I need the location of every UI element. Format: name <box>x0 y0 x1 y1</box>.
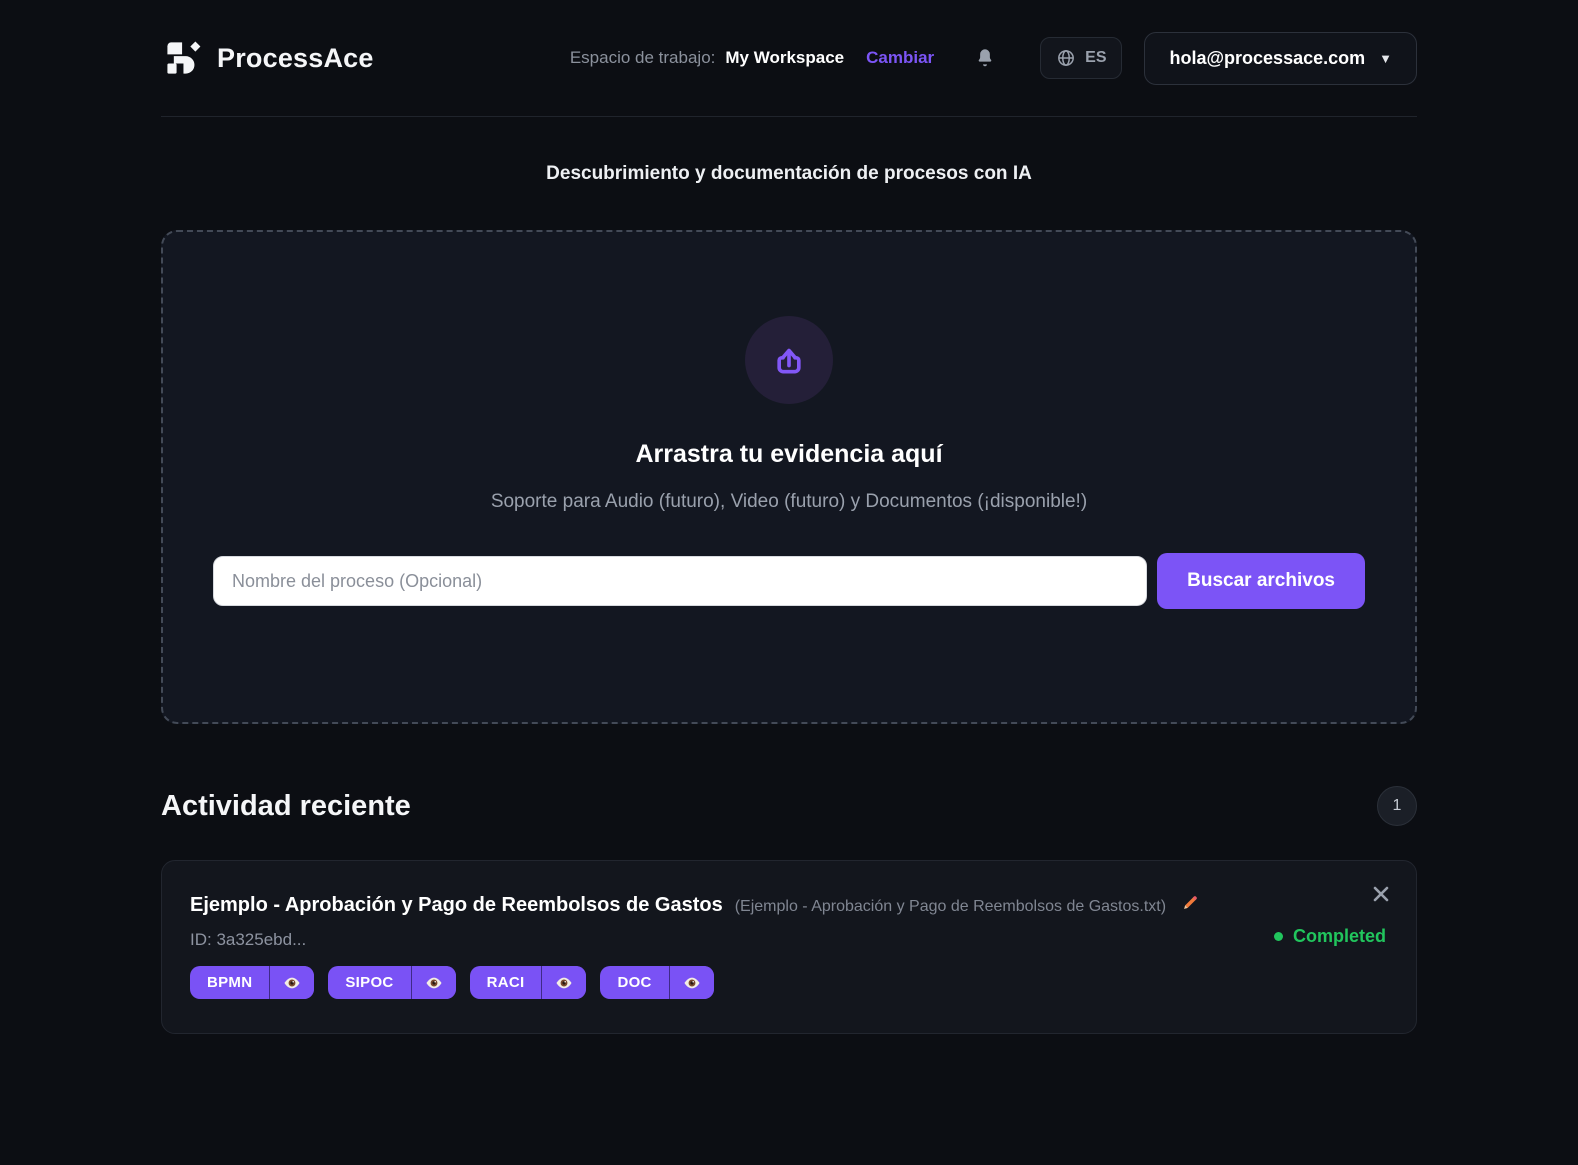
artifact-badges: BPMN SIPOC RACI DOC <box>190 966 1386 999</box>
bell-icon <box>974 46 996 70</box>
upload-icon <box>770 341 808 379</box>
dropzone-subtitle: Soporte para Audio (futuro), Video (futu… <box>490 491 1088 512</box>
dropzone-controls: Buscar archivos <box>213 553 1365 609</box>
activity-title-row: Ejemplo - Aprobación y Pago de Reembolso… <box>190 891 1386 917</box>
eye-icon <box>555 976 573 990</box>
activity-card: Ejemplo - Aprobación y Pago de Reembolso… <box>161 860 1417 1034</box>
eye-icon <box>425 976 443 990</box>
workspace-label: Espacio de trabajo: <box>569 48 716 67</box>
badge-label: SIPOC <box>345 974 394 991</box>
activity-item-title: Ejemplo - Aprobación y Pago de Reembolso… <box>190 894 723 916</box>
workspace-switcher: Espacio de trabajo: My Workspace Cambiar <box>570 48 934 68</box>
header-divider <box>161 116 1417 117</box>
upload-icon-circle <box>745 316 833 404</box>
account-menu-button[interactable]: hola@processace.com ▼ <box>1144 31 1417 85</box>
view-bpmn-button[interactable] <box>269 966 315 999</box>
status-badge: Completed <box>1273 926 1386 947</box>
badge-raci: RACI <box>469 966 587 999</box>
page-subtitle: Descubrimiento y documentación de proces… <box>546 163 1032 184</box>
badge-bpmn: BPMN <box>190 966 315 999</box>
chevron-down-icon: ▼ <box>1379 50 1392 66</box>
activity-item-id: ID: 3a325ebd... <box>190 930 307 949</box>
badge-doc: DOC <box>600 966 714 999</box>
account-email: hola@processace.com <box>1169 47 1366 68</box>
language-selector[interactable]: ES <box>1040 37 1123 79</box>
brand[interactable]: ProcessAce <box>161 36 374 80</box>
processace-logo-icon <box>161 36 205 80</box>
badge-label: BPMN <box>207 974 253 991</box>
close-icon <box>1372 885 1390 903</box>
eye-icon <box>283 976 301 990</box>
activity-item-filename: (Ejemplo - Aprobación y Pago de Reembols… <box>734 898 1167 915</box>
page: ProcessAce Espacio de trabajo: My Worksp… <box>0 0 1578 1165</box>
activity-header: Actividad reciente 1 <box>161 786 1417 826</box>
view-sipoc-button[interactable] <box>410 966 456 999</box>
pencil-icon <box>1180 893 1200 913</box>
badge-label: RACI <box>486 974 525 991</box>
workspace-name: My Workspace <box>725 48 845 67</box>
activity-heading: Actividad reciente <box>161 789 411 822</box>
badge-sipoc: SIPOC <box>328 966 456 999</box>
header: ProcessAce Espacio de trabajo: My Worksp… <box>0 0 1578 116</box>
change-workspace-link[interactable]: Cambiar <box>866 48 934 68</box>
rename-button[interactable] <box>1178 893 1202 913</box>
dropzone-title: Arrastra tu evidencia aquí <box>635 440 943 468</box>
browse-files-button[interactable]: Buscar archivos <box>1157 553 1365 609</box>
notifications-button[interactable] <box>974 46 996 70</box>
evidence-dropzone[interactable]: Arrastra tu evidencia aquí Soporte para … <box>161 230 1417 724</box>
status-dot-icon <box>1273 932 1283 941</box>
badge-label: DOC <box>617 974 652 991</box>
view-raci-button[interactable] <box>541 966 587 999</box>
main-content: Descubrimiento y documentación de proces… <box>161 163 1417 1034</box>
activity-count-badge: 1 <box>1377 786 1417 826</box>
brand-name: ProcessAce <box>217 42 374 73</box>
process-name-input[interactable] <box>213 556 1148 606</box>
status-text: Completed <box>1292 926 1386 946</box>
view-doc-button[interactable] <box>668 966 714 999</box>
language-code: ES <box>1085 49 1107 66</box>
eye-icon <box>683 976 701 990</box>
globe-icon <box>1056 48 1076 68</box>
dismiss-activity-button[interactable] <box>1372 885 1390 903</box>
